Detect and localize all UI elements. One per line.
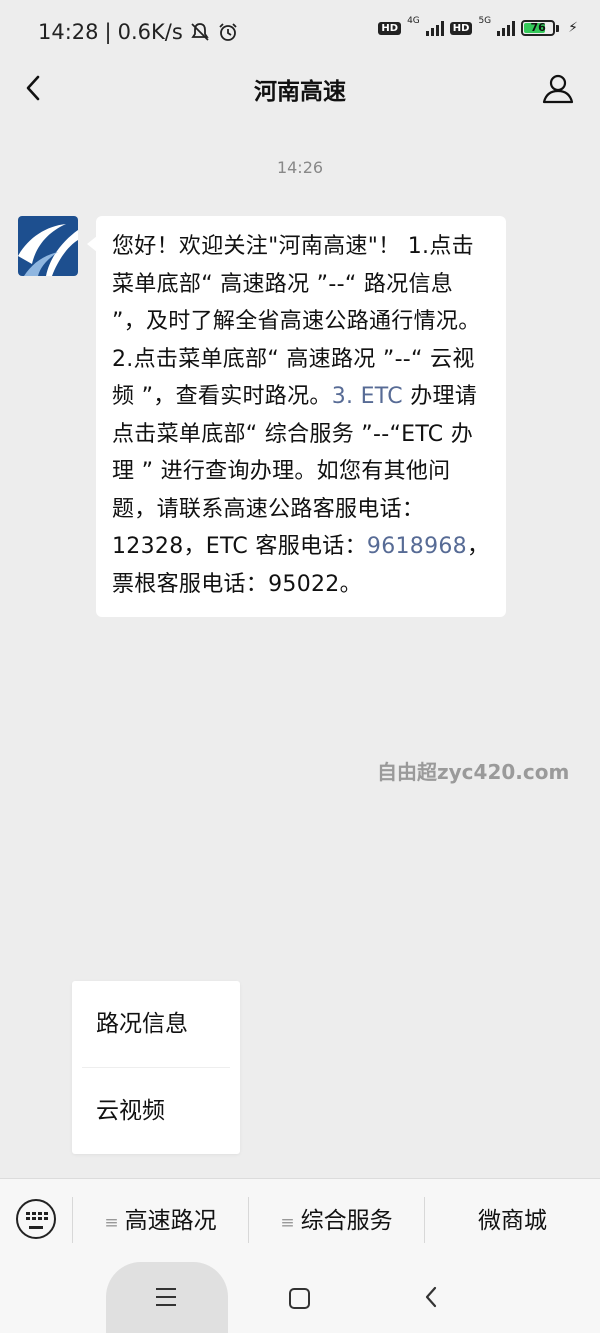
profile-icon: [542, 74, 574, 104]
system-nav-bar: [0, 1262, 600, 1333]
menu-item-services[interactable]: ≡ 综合服务: [249, 1179, 424, 1263]
official-account-menu-bar: ≡ 高速路况 ≡ 综合服务 微商城: [0, 1178, 600, 1263]
status-separator: |: [104, 20, 112, 44]
etc-link[interactable]: 3. ETC: [332, 384, 403, 409]
nav-home-icon[interactable]: [289, 1288, 310, 1309]
nav-back-button[interactable]: [420, 1284, 444, 1310]
henan-expressway-logo-icon: [18, 216, 78, 276]
menu-item-label: 高速路况: [124, 1208, 217, 1234]
keyboard-toggle-button[interactable]: [16, 1199, 56, 1239]
battery-level: 76: [530, 21, 546, 34]
battery-icon: 76: [521, 20, 560, 36]
phone-link[interactable]: 9618968: [367, 534, 467, 559]
charging-icon: ⚡: [568, 20, 578, 36]
status-left: 14:28 | 0.6K/s: [38, 20, 239, 44]
nav-recents-icon: [156, 1288, 176, 1312]
message-text-2: 办理请点击菜单底部“ 综合服务 ”--“ETC 办理 ” 进行查询办理。如您有其…: [112, 384, 478, 559]
message-bubble[interactable]: 您好！欢迎关注"河南高速"！ 1.点击菜单底部“ 高速路况 ”--“ 路况信息 …: [87, 216, 506, 617]
avatar[interactable]: [18, 216, 78, 276]
alarm-icon: [219, 23, 237, 41]
status-time: 14:28: [38, 20, 99, 44]
page-title: 河南高速: [254, 79, 346, 105]
sim1-network: 4G: [407, 16, 420, 26]
signal-icon: [425, 20, 444, 36]
submenu-popup: 路况信息 云视频: [72, 981, 240, 1154]
menu-item-highway-status[interactable]: ≡ 高速路况: [73, 1179, 248, 1263]
mute-icon: [191, 23, 209, 41]
message-text: 您好！欢迎关注"河南高速"！ 1.点击菜单底部“ 高速路况 ”--“ 路况信息 …: [112, 234, 481, 409]
menu-item-label: 微商城: [478, 1208, 547, 1234]
nav-back-icon: [425, 1286, 437, 1308]
hd-badge-2: HD: [449, 21, 473, 35]
watermark: 自由超zyc420.com: [377, 760, 570, 784]
sim2-network: 5G: [478, 16, 492, 26]
hd-badge: HD: [378, 21, 402, 35]
title-bar: 河南高速: [0, 64, 600, 112]
submenu-item-cloud-video[interactable]: 云视频: [72, 1068, 240, 1154]
signal-icon: [497, 20, 516, 36]
status-bar: 14:28 | 0.6K/s HD 4G HD 5G 76 ⚡: [0, 0, 600, 64]
menu-lines-icon: ≡: [280, 1213, 295, 1233]
menu-lines-icon: ≡: [104, 1213, 119, 1233]
message-timestamp: 14:26: [276, 158, 324, 177]
menu-item-micro-mall[interactable]: 微商城: [425, 1179, 600, 1263]
profile-button[interactable]: [540, 70, 576, 106]
status-right: HD 4G HD 5G 76 ⚡: [378, 16, 578, 36]
menu-item-label: 综合服务: [300, 1208, 393, 1234]
submenu-item-road-info[interactable]: 路况信息: [72, 981, 240, 1067]
network-speed: 0.6K/s: [117, 20, 183, 44]
nav-recents-button[interactable]: [106, 1262, 228, 1333]
